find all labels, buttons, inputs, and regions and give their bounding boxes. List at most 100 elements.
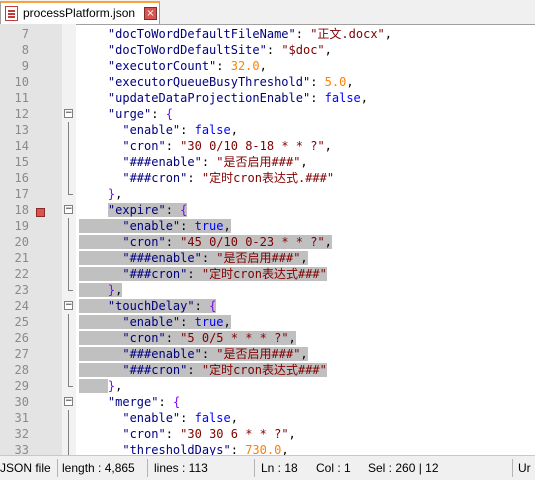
status-col: Col : 1 <box>316 461 351 475</box>
close-icon[interactable]: × <box>144 7 157 20</box>
status-sel: Sel : 260 | 12 <box>368 461 439 475</box>
code-line[interactable]: 9 "executorCount": 32.0, <box>0 58 535 74</box>
code-token: { <box>165 107 173 121</box>
code-token: "正文.docx" <box>310 27 385 41</box>
fold-guide <box>64 282 74 298</box>
code-token: : <box>165 139 181 153</box>
code-line[interactable]: 12 "urge": { <box>0 106 535 122</box>
code-text: "updateDataProjectionEnable": false, <box>79 90 368 106</box>
code-line[interactable]: 19 "enable": true, <box>0 218 535 234</box>
code-token: "45 0/10 0-23 * * ?" <box>180 235 325 249</box>
code-token: : <box>180 123 195 137</box>
code-text: "cron": "5 0/5 * * * ?", <box>79 330 296 346</box>
fold-toggle-icon[interactable] <box>64 298 74 314</box>
status-ln: Ln : 18 <box>261 461 298 475</box>
code-editor[interactable]: 7 "docToWordDefaultFileName": "正文.docx",… <box>0 24 535 455</box>
code-token: : <box>230 443 246 455</box>
code-token: , <box>288 427 296 441</box>
code-token: true <box>194 219 224 233</box>
status-lines: lines : 113 <box>154 461 208 475</box>
code-token: "cron" <box>122 331 166 345</box>
code-text: "enable": false, <box>79 122 238 138</box>
bookmark-icon[interactable] <box>36 205 45 217</box>
code-token <box>79 267 123 281</box>
tab-processplatform-json[interactable]: processPlatform.json × <box>0 1 160 24</box>
code-line[interactable]: 29 }, <box>0 378 535 394</box>
code-token: "###enable" <box>122 347 202 361</box>
code-token <box>79 235 123 249</box>
code-text: "thresholdDays": 730.0, <box>79 442 288 455</box>
code-token: : <box>201 251 217 265</box>
code-line[interactable]: 11 "updateDataProjectionEnable": false, <box>0 90 535 106</box>
code-token: : <box>310 91 325 105</box>
code-line[interactable]: 8 "docToWordDefaultSite": "$doc", <box>0 42 535 58</box>
line-number: 22 <box>14 267 29 281</box>
code-token: , <box>324 139 332 153</box>
code-line[interactable]: 32 "cron": "30 30 6 * * ?", <box>0 426 535 442</box>
code-line[interactable]: 26 "cron": "5 0/5 * * * ?", <box>0 330 535 346</box>
code-token: : <box>151 107 166 121</box>
code-token: , <box>230 123 238 137</box>
code-line[interactable]: 13 "enable": false, <box>0 122 535 138</box>
code-line[interactable]: 28 "###cron": "定时cron表达式###" <box>0 362 535 378</box>
code-line[interactable]: 31 "enable": false, <box>0 410 535 426</box>
code-line[interactable]: 24 "touchDelay": { <box>0 298 535 314</box>
code-text: "###cron": "定时cron表达式###" <box>79 362 327 378</box>
code-line[interactable]: 7 "docToWordDefaultFileName": "正文.docx", <box>0 26 535 42</box>
code-line[interactable]: 22 "###cron": "定时cron表达式###" <box>0 266 535 282</box>
code-line[interactable]: 33 "thresholdDays": 730.0, <box>0 442 535 455</box>
code-token: 730.0 <box>245 443 282 455</box>
code-token: , <box>300 347 308 361</box>
status-file-type: JSON file <box>0 461 51 475</box>
code-token: "是否启用###" <box>216 251 301 265</box>
fold-toggle-icon[interactable] <box>64 394 74 410</box>
line-number: 11 <box>14 91 29 105</box>
line-number: 21 <box>14 251 29 265</box>
code-line[interactable]: 27 "###enable": "是否启用###", <box>0 346 535 362</box>
status-divider <box>512 459 513 477</box>
code-token: , <box>324 235 332 249</box>
code-token: : <box>201 347 217 361</box>
code-line[interactable]: 21 "###enable": "是否启用###", <box>0 250 535 266</box>
code-token: : <box>266 43 282 57</box>
code-line[interactable]: 16 "###cron": "定时cron表达式.###" <box>0 170 535 186</box>
status-eol: Ur <box>518 461 531 475</box>
code-line[interactable]: 15 "###enable": "是否启用###", <box>0 154 535 170</box>
code-text: "touchDelay": { <box>79 298 217 314</box>
line-number: 33 <box>14 443 29 455</box>
fold-toggle-icon[interactable] <box>64 202 74 218</box>
code-line[interactable]: 14 "cron": "30 0/10 8-18 * * ?", <box>0 138 535 154</box>
code-token: "enable" <box>122 411 181 425</box>
code-line[interactable]: 17 }, <box>0 186 535 202</box>
fold-guide <box>64 218 74 234</box>
code-token: , <box>288 331 296 345</box>
code-token <box>79 379 108 393</box>
fold-toggle-icon[interactable] <box>64 106 74 122</box>
code-line[interactable]: 20 "cron": "45 0/10 0-23 * * ?", <box>0 234 535 250</box>
code-token: : <box>165 427 181 441</box>
code-token <box>79 299 108 313</box>
code-line[interactable]: 18 "expire": { <box>0 202 535 218</box>
code-token: , <box>300 251 308 265</box>
code-line[interactable]: 23 }, <box>0 282 535 298</box>
code-token: : <box>187 267 202 281</box>
status-divider <box>254 459 255 477</box>
code-token: false <box>324 91 361 105</box>
code-token <box>79 347 123 361</box>
code-text: "executorQueueBusyThreshold": 5.0, <box>79 74 354 90</box>
code-token: "docToWordDefaultSite" <box>107 43 267 57</box>
fold-guide <box>64 426 74 442</box>
code-line[interactable]: 10 "executorQueueBusyThreshold": 5.0, <box>0 74 535 90</box>
code-text: "merge": { <box>79 394 180 410</box>
code-token: "merge" <box>107 395 159 409</box>
code-line[interactable]: 25 "enable": true, <box>0 314 535 330</box>
code-line[interactable]: 30 "merge": { <box>0 394 535 410</box>
code-text: }, <box>79 378 122 394</box>
code-token: , <box>384 27 393 41</box>
status-length: length : 4,865 <box>62 461 135 475</box>
code-token: { <box>172 395 181 409</box>
